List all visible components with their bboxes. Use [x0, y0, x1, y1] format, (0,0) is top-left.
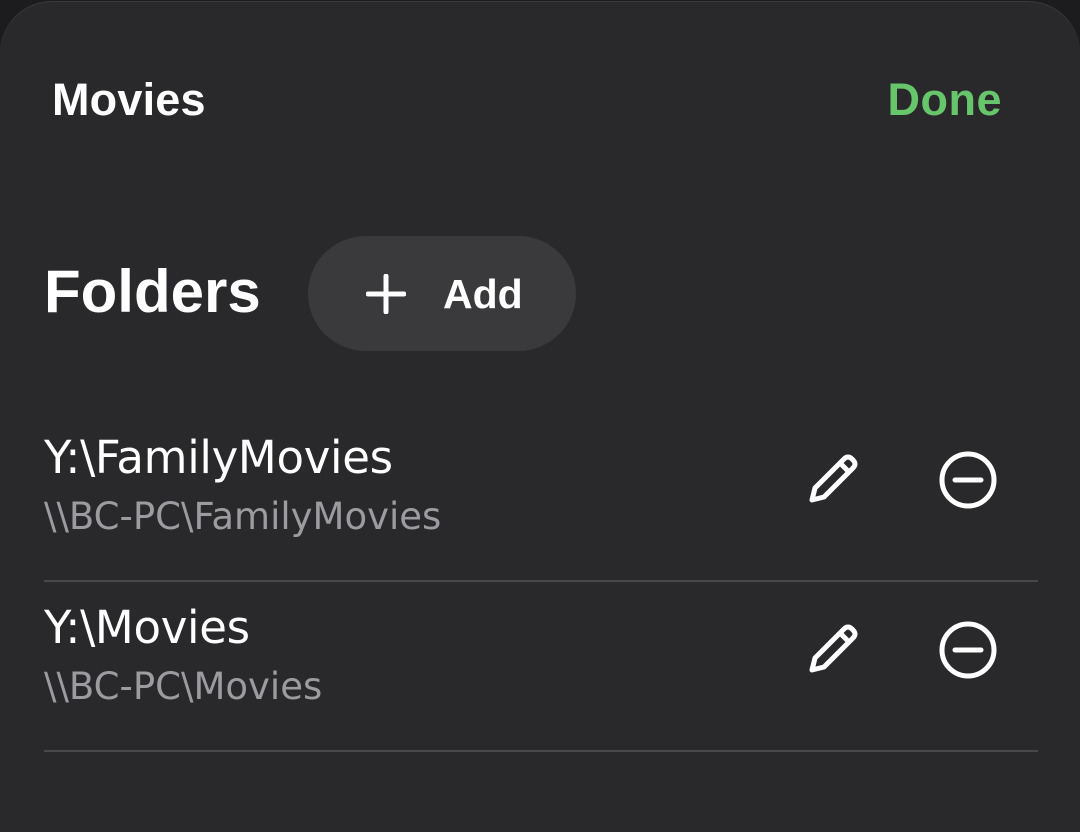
- edit-folder-button[interactable]: [800, 448, 864, 512]
- remove-folder-button[interactable]: [934, 616, 1002, 684]
- folder-row: Y:\Movies \\BC-PC\Movies: [44, 582, 1038, 752]
- sheet-title: Movies: [52, 74, 206, 125]
- remove-folder-button[interactable]: [934, 446, 1002, 514]
- folders-heading: Folders: [44, 258, 261, 325]
- add-folder-button[interactable]: Add: [308, 236, 576, 351]
- done-button[interactable]: Done: [888, 74, 1003, 126]
- edit-folder-button[interactable]: [800, 618, 864, 682]
- folder-network-path: \\BC-PC\Movies: [44, 665, 323, 708]
- minus-circle-icon: [934, 616, 1002, 684]
- pencil-icon: [800, 618, 864, 682]
- add-folder-label: Add: [443, 271, 523, 317]
- folder-row: Y:\FamilyMovies \\BC-PC\FamilyMovies: [44, 412, 1038, 582]
- library-folders-sheet: Movies Done Folders Add Y:\FamilyMovies …: [0, 2, 1080, 832]
- folder-path: Y:\FamilyMovies: [44, 431, 393, 484]
- folder-path: Y:\Movies: [44, 601, 250, 654]
- minus-circle-icon: [934, 446, 1002, 514]
- pencil-icon: [800, 448, 864, 512]
- folder-network-path: \\BC-PC\FamilyMovies: [44, 495, 442, 538]
- row-divider: [44, 750, 1038, 752]
- plus-icon: [366, 274, 406, 314]
